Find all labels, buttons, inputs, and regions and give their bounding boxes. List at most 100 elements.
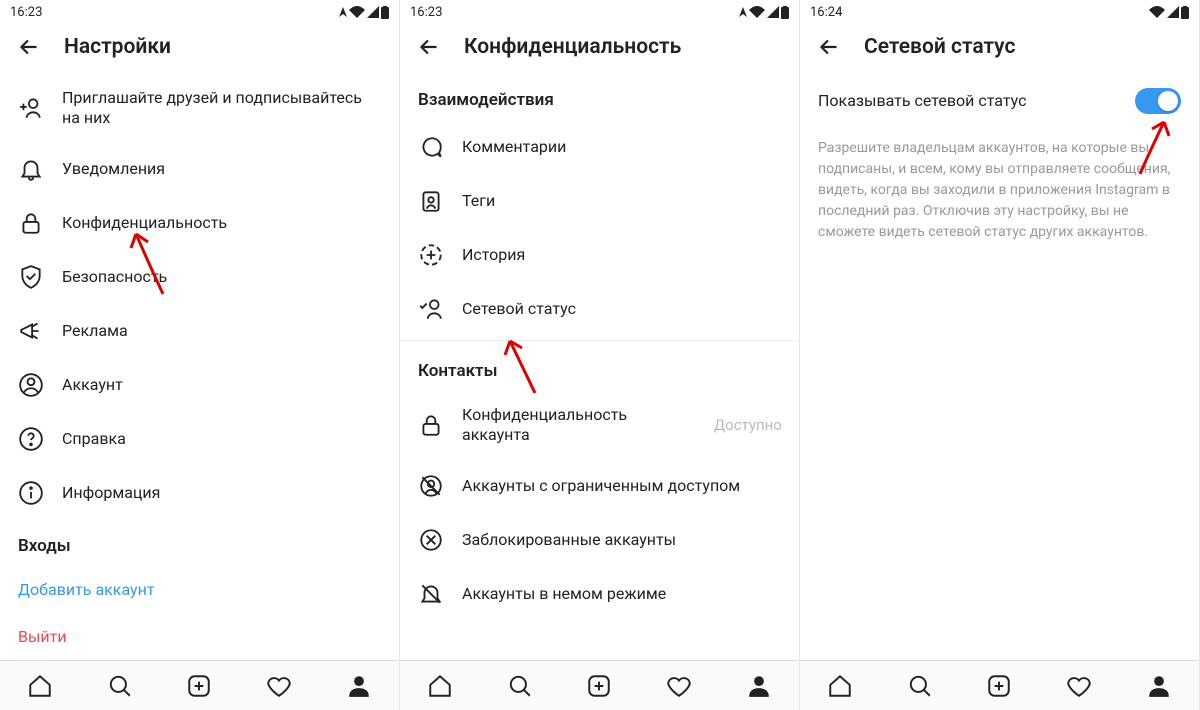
help-icon [18,426,44,452]
row-label: Информация [62,483,381,503]
header: Сетевой статус [800,24,1199,74]
row-label: Аккаунты с ограниченным доступом [462,476,781,496]
row-ads[interactable]: Реклама [0,304,399,358]
row-restricted[interactable]: Аккаунты с ограниченным доступом [400,459,799,513]
screen-privacy: 16:23 Конфиденциальность Взаимодействия … [400,0,800,710]
back-icon[interactable] [416,34,442,60]
nav-search[interactable] [106,672,134,700]
back-icon[interactable] [816,34,842,60]
bell-icon [18,156,44,182]
row-label: Приглашайте друзей и подписывайтесь на н… [62,88,381,128]
row-help[interactable]: Справка [0,412,399,466]
row-show-activity-toggle[interactable]: Показывать сетевой статус [800,74,1199,128]
comment-icon [418,134,444,160]
add-account-link[interactable]: Добавить аккаунт [0,566,399,613]
section-logins: Входы [0,520,399,566]
section-contacts: Контакты [400,345,799,391]
row-label: Заблокированные аккаунты [462,530,781,550]
story-icon [418,242,444,268]
info-icon [18,480,44,506]
row-label: Конфиденциальность аккаунта [462,405,696,445]
row-tags[interactable]: Теги [400,174,799,228]
tag-icon [418,188,444,214]
row-activity-status[interactable]: Сетевой статус [400,282,799,336]
row-security[interactable]: Безопасность [0,250,399,304]
clock: 16:23 [10,5,42,20]
block-icon [418,527,444,553]
row-blocked[interactable]: Заблокированные аккаунты [400,513,799,567]
lock-icon [18,210,44,236]
page-title: Настройки [64,35,171,59]
header: Конфиденциальность [400,24,799,74]
row-privacy[interactable]: Конфиденциальность [0,196,399,250]
nav-home[interactable] [426,672,454,700]
mute-icon [418,581,444,607]
nav-add[interactable] [585,672,613,700]
row-invite-friends[interactable]: Приглашайте друзей и подписывайтесь на н… [0,74,399,142]
nav-home[interactable] [26,672,54,700]
row-label: Аккаунт [62,375,381,395]
nav-search[interactable] [906,672,934,700]
screen-settings: 16:23 Настройки Приглашайте друзей и под… [0,0,400,710]
status-icons [339,6,389,19]
page-title: Конфиденциальность [464,35,681,59]
divider [400,340,799,341]
nav-profile[interactable] [345,672,373,700]
row-story[interactable]: История [400,228,799,282]
nav-search[interactable] [506,672,534,700]
toggle-label: Показывать сетевой статус [818,91,1117,111]
nav-add[interactable] [185,672,213,700]
status-icons [739,6,789,19]
row-comments[interactable]: Комментарии [400,120,799,174]
row-sublabel: Доступно [714,416,781,434]
row-label: Безопасность [62,267,381,287]
logout-link[interactable]: Выйти [0,613,399,646]
nav-profile[interactable] [745,672,773,700]
activity-icon [418,296,444,322]
row-account-privacy[interactable]: Конфиденциальность аккаунта Доступно [400,391,799,459]
row-label: Комментарии [462,137,781,157]
nav-profile[interactable] [1145,672,1173,700]
page-title: Сетевой статус [864,35,1015,59]
row-label: Конфиденциальность [62,213,381,233]
status-bar: 16:24 [800,0,1199,24]
row-label: Теги [462,191,781,211]
user-circle-icon [18,372,44,398]
row-account[interactable]: Аккаунт [0,358,399,412]
section-interactions: Взаимодействия [400,74,799,120]
row-info[interactable]: Информация [0,466,399,520]
row-label: Аккаунты в немом режиме [462,584,781,604]
bottom-nav [0,660,399,710]
activity-content: Показывать сетевой статус Разрешите влад… [800,74,1199,660]
row-notifications[interactable]: Уведомления [0,142,399,196]
row-muted[interactable]: Аккаунты в немом режиме [400,567,799,621]
row-label: Справка [62,429,381,449]
add-user-icon [18,95,44,121]
row-label: Уведомления [62,159,381,179]
clock: 16:24 [810,5,842,20]
status-bar: 16:23 [400,0,799,24]
toggle-switch[interactable] [1135,88,1181,114]
lock-icon [418,412,444,438]
settings-list: Приглашайте друзей и подписывайтесь на н… [0,74,399,660]
status-bar: 16:23 [0,0,399,24]
nav-activity[interactable] [1065,672,1093,700]
shield-icon [18,264,44,290]
toggle-description: Разрешите владельцам аккаунтов, на котор… [800,128,1199,253]
row-label: История [462,245,781,265]
back-icon[interactable] [16,34,42,60]
row-label: Реклама [62,321,381,341]
megaphone-icon [18,318,44,344]
nav-home[interactable] [826,672,854,700]
nav-activity[interactable] [665,672,693,700]
bottom-nav [400,660,799,710]
nav-activity[interactable] [265,672,293,700]
row-label: Сетевой статус [462,299,781,319]
screen-activity-status: 16:24 Сетевой статус Показывать сетевой … [800,0,1200,710]
header: Настройки [0,24,399,74]
bottom-nav [800,660,1199,710]
clock: 16:23 [410,5,442,20]
nav-add[interactable] [985,672,1013,700]
restrict-icon [418,473,444,499]
status-icons [1149,6,1189,19]
